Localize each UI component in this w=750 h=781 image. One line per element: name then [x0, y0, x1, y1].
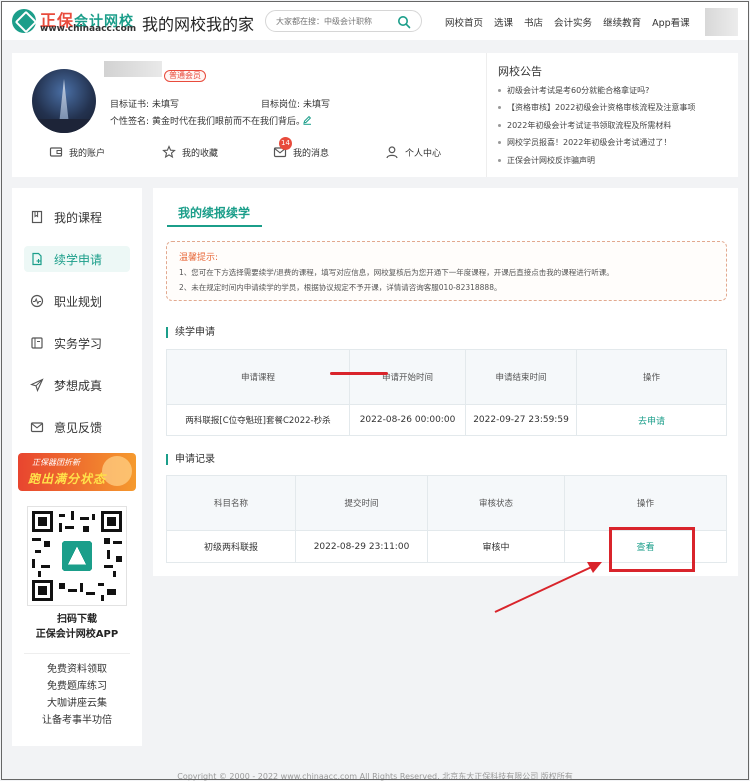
nav-home[interactable]: 网校首页 — [445, 15, 483, 29]
nav-app[interactable]: App看课 — [652, 15, 690, 29]
tips-line-1: 1、您可在下方选择需要续学/退费的课程，填写对应信息，网校复核后为您开通下一年度… — [179, 268, 614, 277]
apply-header-course: 申请课程 — [166, 349, 350, 405]
sidebar-item-feedback[interactable]: 意见反馈 — [24, 414, 130, 440]
announcement-item[interactable]: 初级会计考试是考60分就能合格拿证吗? — [498, 85, 695, 102]
sidebar-item-my-courses[interactable]: 我的课程 — [24, 204, 130, 230]
announcement-item[interactable]: 正保会计网校反诈骗声明 — [498, 155, 695, 172]
nav-accounting-practice[interactable]: 会计实务 — [554, 15, 592, 29]
target-job: 目标岗位: 未填写 — [261, 100, 331, 110]
promo-banner[interactable]: 正保器团折新 跑出满分状态 — [18, 453, 136, 491]
nav-bookstore[interactable]: 书店 — [524, 15, 543, 29]
apply-header-end: 申请结束时间 — [465, 349, 577, 405]
site-slogan: 我的网校我的家 — [142, 15, 255, 34]
sidebar-item-dream-come-true[interactable]: 梦想成真 — [24, 372, 130, 398]
tips-title: 温馨提示: — [179, 253, 219, 263]
signature: 个性签名: 黄金时代在我们眼前而不在我们背后。 — [110, 117, 306, 127]
sidebar-item-career-plan[interactable]: 职业规划 — [24, 288, 130, 314]
qr-caption-line1: 扫码下载 — [57, 614, 97, 625]
pulse-icon — [30, 294, 44, 308]
message-count-badge: 14 — [279, 137, 292, 150]
apply-table: 申请课程 申请开始时间 申请结束时间 操作 两科联报[C位夺魁班]套餐C2022… — [166, 349, 727, 436]
table-row: 两科联报[C位夺魁班]套餐C2022-秒杀 2022-08-26 00:00:0… — [166, 404, 727, 436]
header-user-avatar[interactable] — [705, 8, 738, 36]
paper-plane-icon — [30, 378, 44, 392]
sidebar: 我的课程 续学申请 职业规划 实务学习 梦想成真 意见反馈 正保器团折新 跑出满… — [12, 188, 142, 746]
logo-mark-icon — [12, 9, 36, 33]
link-expert-lectures[interactable]: 大咖讲座云集 — [24, 694, 130, 711]
link-free-materials[interactable]: 免费资料领取 — [24, 660, 130, 677]
apply-header-action: 操作 — [576, 349, 727, 405]
record-header-action: 操作 — [564, 475, 727, 531]
edit-signature-icon[interactable] — [302, 115, 312, 125]
search-box[interactable] — [265, 10, 422, 32]
quick-personal-center[interactable]: 个人中心 — [385, 145, 441, 159]
quick-my-account[interactable]: 我的账户 — [49, 145, 105, 159]
user-icon — [386, 146, 398, 159]
nav-courses[interactable]: 选课 — [494, 15, 513, 29]
apply-start-time: 2022-08-26 00:00:00 — [349, 404, 466, 436]
link-free-question-bank[interactable]: 免费题库练习 — [24, 677, 130, 694]
announcement-panel: 网校公告 初级会计考试是考60分就能合格拿证吗? 【资格审核】2022初级会计资… — [486, 53, 738, 177]
record-subject: 初级两科联报 — [166, 530, 296, 563]
record-submit-time: 2022-08-29 23:11:00 — [295, 530, 428, 563]
quick-my-favorites[interactable]: 我的收藏 — [162, 145, 218, 159]
profile-card: 普通会员 目标证书: 未填写 目标岗位: 未填写 个性签名: 黄金时代在我们眼前而不在… — [12, 53, 738, 177]
notebook-icon — [31, 337, 43, 349]
highlight-box-annotation — [609, 527, 695, 572]
status-underline-annotation — [330, 372, 388, 375]
link-efficient-prep[interactable]: 让备考事半功倍 — [24, 711, 130, 728]
apply-end-time: 2022-09-27 23:59:59 — [465, 404, 577, 436]
record-header-submit-time: 提交时间 — [295, 475, 428, 531]
tips-box: 温馨提示: 1、您可在下方选择需要续学/退费的课程，填写对应信息，网校复核后为您… — [166, 241, 727, 301]
quick-my-messages[interactable]: 14 我的消息 — [273, 137, 329, 159]
footer-copyright: Copyright © 2000 - 2022 www.chinaacc.com… — [177, 772, 573, 781]
sidebar-item-practice-study[interactable]: 实务学习 — [24, 330, 130, 356]
target-cert: 目标证书: 未填写 — [110, 100, 180, 110]
qr-code-icon — [32, 511, 122, 601]
apply-section-title: 续学申请 — [166, 327, 215, 338]
tips-line-2: 2、未在规定时间内申请续学的学员，根据协议规定不予开课，详情请咨询客服010-8… — [179, 283, 502, 292]
document-add-icon — [32, 252, 42, 266]
member-badge: 普通会员 — [164, 70, 206, 82]
promo-decoration — [102, 456, 132, 486]
sidebar-links: 免费资料领取 免费题库练习 大咖讲座云集 让备考事半功倍 — [24, 653, 130, 728]
user-photo[interactable] — [32, 69, 96, 133]
sidebar-item-renewal[interactable]: 续学申请 — [24, 246, 130, 272]
search-input[interactable] — [276, 14, 391, 28]
promo-subtitle: 正保器团折新 — [32, 458, 80, 467]
wallet-icon — [49, 147, 63, 157]
apply-header-start: 申请开始时间 — [349, 349, 466, 405]
record-header-status: 审核状态 — [427, 475, 565, 531]
site-logo[interactable]: 正保会计网校 www.chinaacc.com — [12, 7, 136, 35]
page-title: 我的续报续学 — [178, 206, 251, 220]
logo-url: www.chinaacc.com — [40, 24, 137, 34]
announcement-list: 初级会计考试是考60分就能合格拿证吗? 【资格审核】2022初级会计资格审核流程… — [498, 85, 695, 172]
username-redacted — [104, 61, 162, 77]
mail-icon — [30, 422, 44, 433]
nav-continuing-education[interactable]: 继续教育 — [603, 15, 641, 29]
promo-title: 跑出满分状态 — [28, 472, 107, 486]
record-header-subject: 科目名称 — [166, 475, 296, 531]
announcement-item[interactable]: 网校学员报喜！2022年初级会计考试通过了！ — [498, 137, 695, 154]
star-icon — [162, 145, 176, 159]
announcement-title: 网校公告 — [498, 65, 542, 78]
search-icon[interactable] — [397, 15, 411, 29]
go-apply-link[interactable]: 去申请 — [638, 417, 665, 427]
arrow-annotation-icon — [494, 562, 602, 613]
app-qr-code — [27, 506, 127, 606]
announcement-item[interactable]: 【资格审核】2022初级会计资格审核流程及注意事项 — [498, 102, 695, 119]
top-header: 正保会计网校 www.chinaacc.com 我的网校我的家 网校首页 选课 … — [2, 2, 748, 40]
top-nav: 网校首页 选课 书店 会计实务 继续教育 App看课 — [445, 15, 701, 29]
book-icon — [31, 210, 43, 224]
apply-course-name: 两科联报[C位夺魁班]套餐C2022-秒杀 — [166, 404, 350, 436]
announcement-item[interactable]: 2022年初级会计考试证书领取流程及所需材料 — [498, 120, 695, 137]
title-underline — [167, 225, 262, 227]
record-section-title: 申请记录 — [166, 454, 215, 465]
qr-caption-line2: 正保会计网校APP — [35, 629, 119, 640]
main-panel: 我的续报续学 温馨提示: 1、您可在下方选择需要续学/退费的课程，填写对应信息，… — [153, 188, 738, 576]
